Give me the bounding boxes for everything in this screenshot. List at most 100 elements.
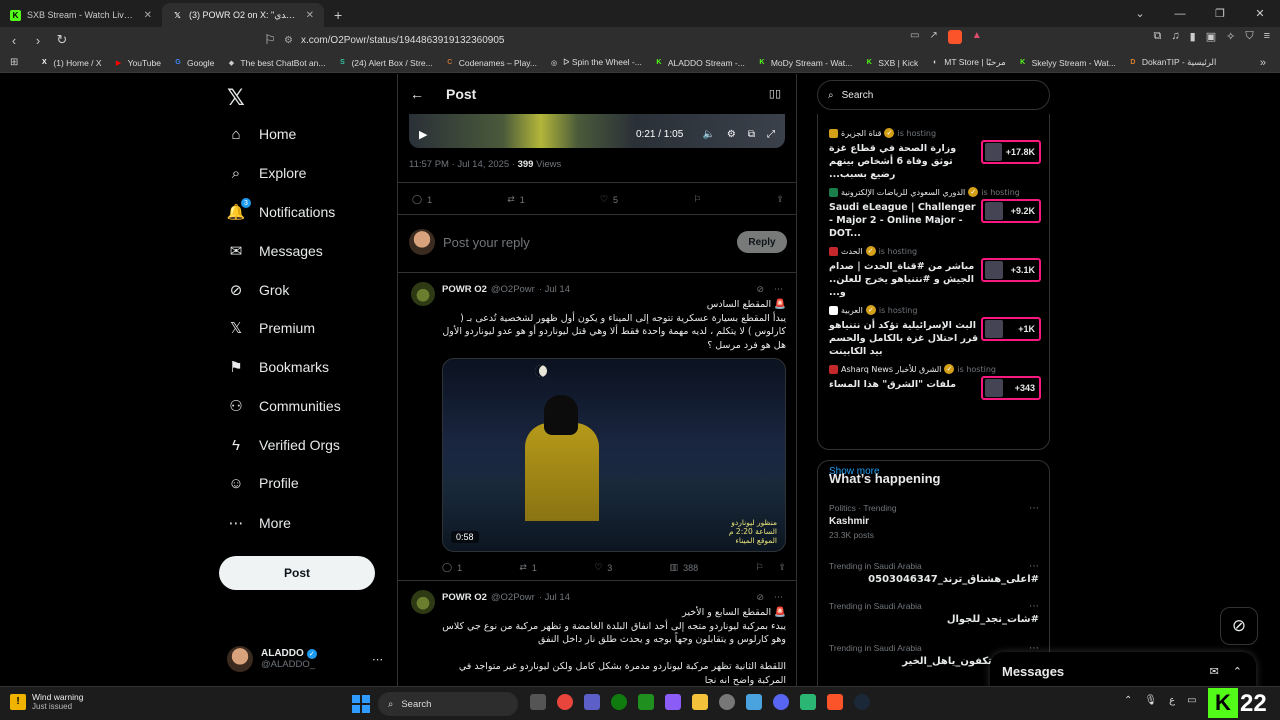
nav-item-messages[interactable]: ✉ Messages [227, 236, 323, 266]
search-box[interactable]: ⌕ Search [817, 80, 1050, 110]
nav-item-home[interactable]: ⌂ Home [227, 119, 296, 149]
like-action[interactable]: ♡ 3 [594, 562, 612, 573]
live-item[interactable]: قناة الجزيرة ✓ is hosting وزارة الصحة في قط… [829, 128, 1041, 180]
file-explorer-icon[interactable] [692, 694, 708, 710]
bookmark-item[interactable]: ◆ The best ChatBot an... [221, 57, 330, 68]
more-options-icon[interactable]: ⋯ [1029, 503, 1039, 514]
share-icon[interactable]: ⇪ [778, 562, 786, 573]
microphone-icon[interactable]: 🎙 [1144, 695, 1157, 706]
browser-tab-x[interactable]: 𝕏 (3) POWR O2 on X: "لبوناردو كاسدي" ✕ [162, 3, 324, 27]
nav-item-verified-orgs[interactable]: ϟ Verified Orgs [227, 430, 340, 460]
pip-icon[interactable]: ⧉ [748, 129, 755, 140]
bookmark-item[interactable]: ◎ ᐅ Spin the Wheel -... [544, 57, 647, 68]
vpn-icon[interactable]: ⛉ [1245, 30, 1253, 43]
brave-icon[interactable] [827, 694, 843, 710]
repost-action[interactable]: ⇄ 1 [519, 562, 537, 573]
task-view-icon[interactable] [530, 694, 546, 710]
notepad-icon[interactable] [746, 694, 762, 710]
screenshot-icon[interactable]: ⧉ [1154, 30, 1162, 43]
bookmark-item[interactable]: ▶ YouTube [109, 57, 166, 68]
like-action[interactable]: ♡ 5 [600, 194, 618, 205]
live-item[interactable]: العربية ✓ is hosting البث الإسرائيلية تؤكد … [829, 305, 1041, 357]
display-icon[interactable]: ▭ [1187, 695, 1196, 706]
grok-icon[interactable]: ⊘ [756, 284, 764, 295]
chevron-down-icon[interactable]: ⌄ [1120, 0, 1160, 27]
brave-shields-icon[interactable] [947, 30, 962, 44]
play-icon[interactable]: ▶ [419, 128, 427, 141]
trend-item[interactable]: Trending in Saudi Arabia #اعلى_هشتاق_ترند… [829, 561, 1039, 585]
bookmark-page-icon[interactable]: ⚐ [260, 32, 280, 48]
app-icon[interactable] [719, 694, 735, 710]
share-action[interactable]: ⇪ [776, 194, 784, 205]
bookmark-item[interactable]: ◐ MT Store | مرحبًا [925, 57, 1010, 68]
grok-icon[interactable]: ⊘ [756, 592, 764, 603]
more-options-icon[interactable]: ⋯ [774, 592, 783, 603]
more-options-icon[interactable]: ⋯ [1029, 561, 1039, 572]
reload-icon[interactable]: ↻ [52, 32, 72, 48]
music-icon[interactable]: ♫ [1171, 30, 1179, 43]
reply-action[interactable]: ◯ 1 [412, 194, 432, 205]
trend-item[interactable]: Politics · Trending Kashmir 23.3K posts ⋯ [829, 503, 1039, 540]
app-icon[interactable] [800, 694, 816, 710]
more-options-icon[interactable]: ⋯ [372, 653, 383, 666]
live-item[interactable]: الحدث ✓ is hosting مباشر من #قناة_الحدث | ص… [829, 246, 1041, 298]
repost-action[interactable]: ⇄ 1 [507, 194, 525, 205]
bookmark-item[interactable]: X (1) Home / X [34, 57, 106, 68]
back-arrow-icon[interactable]: ‹ [4, 33, 24, 48]
bookmark-item[interactable]: K ALADDO Stream -... [649, 57, 750, 68]
xbox-app-icon[interactable] [638, 694, 654, 710]
new-message-icon[interactable]: ✉ [1210, 665, 1219, 678]
cast-icon[interactable]: ▭ [910, 30, 919, 44]
grok-icon[interactable]: ⊘ [1220, 607, 1258, 645]
bookmark-item[interactable]: S (24) Alert Box / Stre... [332, 57, 437, 68]
bookmark-icon[interactable]: ⚐ [755, 562, 763, 573]
more-bookmarks-icon[interactable]: » [1260, 57, 1266, 69]
bookmark-item[interactable]: K SXB | Kick [859, 57, 923, 68]
close-window-icon[interactable]: ✕ [1240, 0, 1280, 27]
bookmark-item[interactable]: D DokanTIP - الرئيسية [1123, 57, 1221, 68]
language-icon[interactable]: ع [1169, 695, 1175, 706]
site-info-icon[interactable]: ⚙ [284, 35, 293, 46]
author-name[interactable]: POWR O2 [442, 592, 487, 603]
settings-gear-icon[interactable]: ⚙ [727, 129, 736, 140]
tweet-video[interactable]: 0:58 منظور ليوناردو الساعة 2:20 م الموقع… [442, 358, 786, 552]
weather-widget[interactable]: ! Wind warning Just issued [10, 692, 84, 711]
bookmark-item[interactable]: C Codenames – Play... [440, 57, 542, 68]
chevron-up-icon[interactable]: ⌃ [1124, 695, 1132, 706]
close-icon[interactable]: ✕ [306, 10, 314, 21]
search-input[interactable]: Search [842, 90, 874, 101]
more-options-icon[interactable]: ⋯ [1029, 601, 1039, 612]
bookmark-item[interactable]: G Google [168, 57, 219, 68]
back-arrow-icon[interactable]: ← [410, 86, 424, 102]
game-icon[interactable] [665, 694, 681, 710]
video-player[interactable]: ▶ 0:21 / 1:05 🔈 ⚙ ⧉ ⤢ [409, 114, 785, 148]
nav-item-notifications[interactable]: 🔔 3 Notifications [227, 197, 335, 227]
bookmark-action[interactable]: ⚐ [693, 194, 701, 205]
more-options-icon[interactable]: ⋯ [774, 284, 783, 295]
fullscreen-icon[interactable]: ⤢ [767, 129, 775, 140]
views-action[interactable]: ▥ 388 [670, 562, 699, 573]
steam-icon[interactable] [854, 694, 870, 710]
nav-item-premium[interactable]: 𝕏 Premium [227, 313, 315, 343]
account-switcher[interactable]: ALADDO ✓ @ALADDO_ ⋯ [227, 644, 383, 674]
share-icon[interactable]: ↗ [929, 30, 937, 44]
reply-action[interactable]: ◯ 1 [442, 562, 462, 573]
reply-button[interactable]: Reply [737, 231, 787, 253]
browser-tab-kick[interactable]: K SXB Stream - Watch Live on Kick ✕ [0, 3, 162, 27]
nav-item-more[interactable]: ⋯ More [227, 508, 291, 538]
bookmark-item[interactable]: K MoDy Stream - Wat... [752, 57, 857, 68]
maximize-icon[interactable]: ❐ [1200, 0, 1240, 27]
windows-start-icon[interactable] [352, 695, 370, 713]
volume-icon[interactable]: 🔈 [702, 129, 714, 140]
x-logo-icon[interactable]: 𝕏 [227, 86, 245, 111]
nav-item-explore[interactable]: ⌕ Explore [227, 158, 307, 188]
forward-arrow-icon[interactable]: › [28, 33, 48, 48]
messages-drawer[interactable]: Messages ✉ ⌃ [990, 652, 1256, 690]
expand-icon[interactable]: ⌃ [1233, 665, 1242, 678]
trend-item[interactable]: Trending in Saudi Arabia #شات_نجد_للجوال ⋯ [829, 601, 1039, 625]
close-icon[interactable]: ✕ [144, 10, 152, 21]
taskbar-search[interactable]: ⌕ Search [378, 692, 518, 716]
chrome-icon[interactable] [557, 694, 573, 710]
minimize-icon[interactable]: — [1160, 0, 1200, 27]
new-tab-button[interactable]: + [324, 3, 352, 27]
